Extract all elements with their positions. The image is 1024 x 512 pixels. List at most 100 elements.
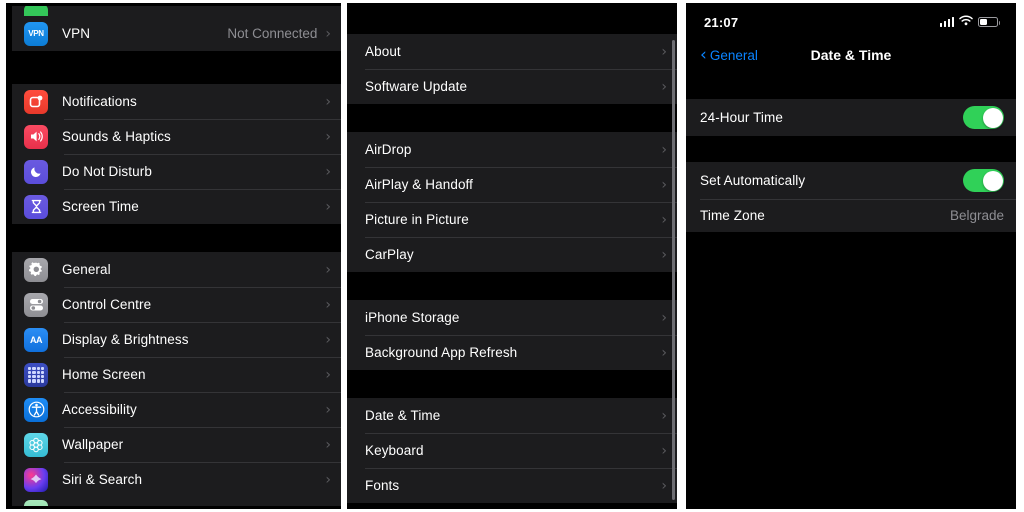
hotspot-icon	[24, 6, 48, 16]
group-spacer	[12, 224, 341, 252]
date-time-group-zone: Set Automatically Time Zone Belgrade	[686, 162, 1016, 232]
general-row-label: AirDrop	[365, 142, 412, 157]
settings-row-accessibility[interactable]: Accessibility ›	[12, 392, 341, 427]
settings-row-label: Home Screen	[62, 367, 146, 382]
settings-row-wallpaper[interactable]: Wallpaper ›	[12, 427, 341, 462]
general-row-label: Keyboard	[365, 443, 424, 458]
date-time-row-time-zone[interactable]: Time Zone Belgrade	[686, 199, 1016, 232]
settings-row-do-not-disturb[interactable]: Do Not Disturb ›	[12, 154, 341, 189]
time-zone-value: Belgrade	[949, 208, 1004, 223]
partial-row-next[interactable]	[12, 497, 341, 506]
date-time-scroll[interactable]: 21:07 ‹ General Date & Time 24-Hour Time…	[686, 6, 1016, 506]
accessibility-icon	[24, 397, 48, 422]
chevron-right-icon: ›	[661, 211, 667, 228]
general-row-label: Background App Refresh	[365, 345, 518, 360]
chevron-left-icon: ‹	[700, 44, 707, 65]
group-spacer	[347, 272, 677, 300]
vertical-scrollbar[interactable]	[672, 40, 675, 500]
general-row-carplay[interactable]: CarPlay ›	[347, 237, 677, 272]
status-bar-icons	[939, 13, 1000, 31]
home-screen-icon	[24, 362, 48, 387]
date-time-row-label: Time Zone	[700, 208, 765, 223]
general-row-software-update[interactable]: Software Update ›	[347, 69, 677, 104]
general-row-picture-in-picture[interactable]: Picture in Picture ›	[347, 202, 677, 237]
settings-root-panel: VPN VPN Not Connected › Notifications › …	[0, 0, 341, 512]
partial-row-hotspot[interactable]	[12, 6, 341, 16]
general-panel: About › Software Update › AirDrop › AirP…	[347, 0, 677, 512]
app-store-icon	[24, 500, 48, 506]
battery-icon	[978, 17, 1000, 27]
date-time-row-label: 24-Hour Time	[700, 110, 783, 125]
three-panel-screenshot: VPN VPN Not Connected › Notifications › …	[0, 0, 1024, 512]
toggle-knob	[982, 170, 1003, 191]
settings-row-label: Do Not Disturb	[62, 164, 152, 179]
settings-row-screen-time[interactable]: Screen Time ›	[12, 189, 341, 224]
general-gear-icon	[24, 257, 48, 282]
settings-row-general[interactable]: General ›	[12, 252, 341, 287]
date-time-row-24-hour[interactable]: 24-Hour Time	[686, 99, 1016, 136]
settings-row-label: VPN	[62, 26, 91, 41]
settings-root-scroll[interactable]: VPN VPN Not Connected › Notifications › …	[12, 6, 341, 506]
group-spacer	[347, 104, 677, 132]
settings-group-system: General › Control Centre › AA Display & …	[12, 252, 341, 497]
control-centre-icon	[24, 292, 48, 317]
settings-group-alerts: Notifications › Sounds & Haptics › Do No…	[12, 84, 341, 224]
chevron-right-icon: ›	[661, 141, 667, 158]
screen-time-icon	[24, 194, 48, 219]
wallpaper-icon	[24, 432, 48, 457]
settings-row-label: Wallpaper	[62, 437, 124, 452]
toggle-24-hour-time[interactable]	[963, 106, 1004, 129]
settings-row-label: Accessibility	[62, 402, 137, 417]
group-spacer	[686, 136, 1016, 162]
general-row-about[interactable]: About ›	[347, 34, 677, 69]
settings-row-control-centre[interactable]: Control Centre ›	[12, 287, 341, 322]
cellular-signal-icon	[939, 17, 954, 27]
general-row-label: Date & Time	[365, 408, 441, 423]
general-row-keyboard[interactable]: Keyboard ›	[347, 433, 677, 468]
chevron-right-icon: ›	[661, 43, 667, 60]
chevron-right-icon: ›	[325, 128, 331, 145]
general-row-iphone-storage[interactable]: iPhone Storage ›	[347, 300, 677, 335]
wifi-icon	[959, 13, 973, 31]
date-time-panel: 21:07 ‹ General Date & Time 24-Hour Time…	[686, 0, 1016, 512]
chevron-right-icon: ›	[325, 261, 331, 278]
chevron-right-icon: ›	[661, 442, 667, 459]
panel-divider	[677, 0, 686, 512]
date-time-row-set-automatically[interactable]: Set Automatically	[686, 162, 1016, 199]
general-row-date-time[interactable]: Date & Time ›	[347, 398, 677, 433]
date-time-row-label: Set Automatically	[700, 173, 806, 188]
settings-row-label: Screen Time	[62, 199, 139, 214]
settings-row-vpn[interactable]: VPN VPN Not Connected ›	[12, 16, 341, 51]
back-button-label: General	[709, 47, 758, 63]
chevron-right-icon: ›	[661, 176, 667, 193]
chevron-right-icon: ›	[325, 296, 331, 313]
general-scroll[interactable]: About › Software Update › AirDrop › AirP…	[347, 6, 677, 506]
settings-row-label: Notifications	[62, 94, 137, 109]
general-row-airdrop[interactable]: AirDrop ›	[347, 132, 677, 167]
status-bar-time: 21:07	[704, 14, 739, 30]
settings-row-siri-search[interactable]: Siri & Search ›	[12, 462, 341, 497]
general-row-airplay-handoff[interactable]: AirPlay & Handoff ›	[347, 167, 677, 202]
general-row-background-app-refresh[interactable]: Background App Refresh ›	[347, 335, 677, 370]
vpn-icon: VPN	[24, 21, 48, 46]
back-button-general[interactable]: ‹ General	[700, 44, 758, 65]
general-row-fonts[interactable]: Fonts ›	[347, 468, 677, 503]
chevron-right-icon: ›	[661, 344, 667, 361]
chevron-right-icon: ›	[661, 78, 667, 95]
toggle-set-automatically[interactable]	[963, 169, 1004, 192]
general-row-label: Picture in Picture	[365, 212, 469, 227]
settings-row-display-brightness[interactable]: AA Display & Brightness ›	[12, 322, 341, 357]
settings-row-notifications[interactable]: Notifications ›	[12, 84, 341, 119]
settings-row-sounds-haptics[interactable]: Sounds & Haptics ›	[12, 119, 341, 154]
group-spacer	[12, 51, 341, 84]
navigation-bar: ‹ General Date & Time	[686, 38, 1016, 72]
settings-row-home-screen[interactable]: Home Screen ›	[12, 357, 341, 392]
sounds-icon	[24, 124, 48, 149]
right-margin	[1016, 0, 1024, 512]
group-spacer	[686, 72, 1016, 99]
display-brightness-icon: AA	[24, 327, 48, 352]
general-group-connectivity: AirDrop › AirPlay & Handoff › Picture in…	[347, 132, 677, 272]
toggle-knob	[982, 107, 1003, 128]
status-bar: 21:07	[686, 6, 1016, 38]
chevron-right-icon: ›	[325, 471, 331, 488]
